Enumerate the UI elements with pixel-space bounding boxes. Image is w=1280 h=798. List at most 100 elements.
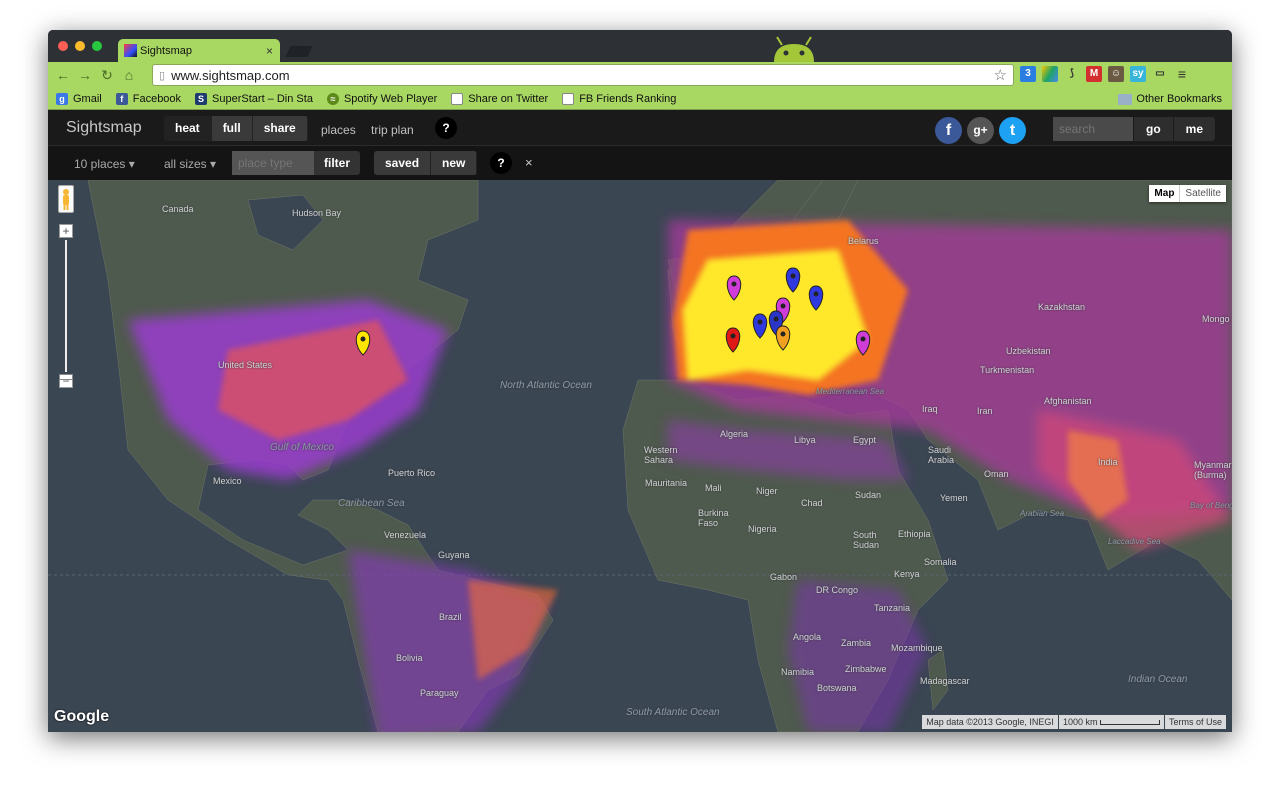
label-belarus: Belarus [848, 236, 879, 246]
go-button[interactable]: go [1133, 117, 1173, 141]
terms-link[interactable]: Terms of Use [1164, 715, 1226, 729]
calendar-extension-icon[interactable]: 3 [1020, 66, 1036, 82]
sizes-label: all sizes [164, 157, 207, 171]
full-button[interactable]: full [211, 116, 253, 141]
bookmark-share-twitter[interactable]: Share on Twitter [451, 92, 548, 105]
sizes-dropdown[interactable]: all sizes ▾ [164, 157, 216, 171]
reload-icon[interactable]: ↻ [96, 67, 118, 84]
drive-extension-icon[interactable] [1042, 66, 1058, 82]
menu-icon[interactable]: ≡ [1174, 66, 1190, 82]
gmail-checker-icon[interactable]: M [1086, 66, 1102, 82]
search-input[interactable] [1053, 117, 1133, 141]
filter-bar: 10 places ▾ all sizes ▾ filter saved new… [48, 146, 1232, 180]
trip-plan-link[interactable]: trip plan [371, 123, 414, 137]
bookmark-spotify[interactable]: ≈ Spotify Web Player [326, 92, 437, 105]
label-puerto-rico: Puerto Rico [388, 468, 436, 478]
forward-arrow-icon[interactable]: → [74, 67, 96, 83]
acrobat-extension-icon[interactable]: ⟆ [1064, 66, 1080, 82]
me-button[interactable]: me [1172, 117, 1216, 141]
close-filter-icon[interactable]: × [525, 155, 533, 170]
label-mauritania: Mauritania [645, 478, 688, 488]
zoom-slider-thumb[interactable] [59, 374, 73, 380]
extensions-area: 3 ⟆ M ☺ sy ▭ ≡ [1020, 66, 1190, 82]
brand-logo[interactable]: Sightsmap [66, 119, 142, 137]
label-venezuela: Venezuela [384, 530, 427, 540]
zoom-window-button[interactable] [92, 41, 102, 51]
close-window-button[interactable] [58, 41, 68, 51]
share-button[interactable]: share [252, 116, 308, 141]
bookmark-gmail[interactable]: g Gmail [56, 92, 102, 105]
page-icon: ▯ [159, 69, 166, 82]
zoom-in-button[interactable]: + [59, 224, 73, 238]
browser-toolbar: ← → ↻ ⌂ ▯ www.sightsmap.com ☆ 3 ⟆ M ☺ sy… [48, 62, 1232, 88]
label-mongolia: Mongo [1202, 314, 1230, 324]
filter-button[interactable]: filter [314, 151, 361, 175]
tab-strip: Sightsmap × [48, 30, 1232, 62]
label-mozambique: Mozambique [891, 643, 943, 653]
new-button[interactable]: new [431, 151, 478, 175]
help-button[interactable]: ? [435, 117, 457, 139]
label-india: India [1098, 457, 1118, 467]
other-bookmarks[interactable]: Other Bookmarks [1118, 93, 1222, 105]
bookmark-superstart[interactable]: S SuperStart – Din Sta [195, 92, 313, 105]
bookmark-facebook[interactable]: f Facebook [115, 92, 181, 105]
label-bay-of-bengal: Bay of Bengal [1190, 501, 1232, 510]
label-afghanistan: Afghanistan [1044, 396, 1092, 406]
label-saudi-arabia: Saudi Arabia [928, 445, 955, 465]
map-scale: 1000 km [1058, 715, 1164, 729]
heat-map[interactable]: Canada Hudson Bay United States North At… [48, 180, 1232, 732]
map-type-satellite-button[interactable]: Satellite [1180, 185, 1226, 202]
label-algeria: Algeria [720, 429, 749, 439]
facebook-icon[interactable]: f [935, 117, 962, 144]
map-type-map-button[interactable]: Map [1149, 185, 1181, 202]
google-plus-icon[interactable]: g+ [967, 117, 994, 144]
bookmark-label: SuperStart – Din Sta [212, 92, 313, 105]
label-arabian-sea: Arabian Sea [1020, 509, 1065, 518]
label-south-atlantic: South Atlantic Ocean [626, 707, 720, 718]
bookmark-star-icon[interactable]: ☆ [994, 66, 1007, 84]
saved-button[interactable]: saved [374, 151, 432, 175]
app-header: Sightsmap heat full share places trip pl… [48, 110, 1232, 146]
filter-help-button[interactable]: ? [490, 152, 512, 174]
label-iran: Iran [977, 406, 993, 416]
places-count-dropdown[interactable]: 10 places ▾ [74, 157, 135, 171]
new-tab-button[interactable] [285, 46, 313, 57]
address-bar[interactable]: ▯ www.sightsmap.com ☆ [152, 64, 1014, 86]
back-arrow-icon[interactable]: ← [52, 67, 74, 83]
label-burkina-faso: Burkina Faso [698, 508, 729, 528]
zoom-slider-track[interactable] [59, 240, 73, 380]
home-icon[interactable]: ⌂ [118, 67, 140, 83]
heat-button[interactable]: heat [164, 116, 212, 141]
browser-window: Sightsmap × ← → ↻ ⌂ ▯ www.sightsmap.com … [48, 30, 1232, 732]
twitter-icon[interactable]: t [999, 117, 1026, 144]
cast-icon[interactable]: ▭ [1152, 66, 1168, 82]
label-brazil: Brazil [439, 612, 462, 622]
label-myanmar: Myanmar (Burma) [1194, 460, 1232, 480]
browser-tab[interactable]: Sightsmap × [118, 39, 280, 62]
bookmark-fb-ranking[interactable]: FB Friends Ranking [562, 92, 676, 105]
label-north-atlantic: North Atlantic Ocean [500, 380, 592, 391]
label-turkmenistan: Turkmenistan [980, 365, 1035, 375]
label-guyana: Guyana [438, 550, 470, 560]
avatar-extension-icon[interactable]: ☺ [1108, 66, 1124, 82]
label-libya: Libya [794, 435, 816, 445]
label-zambia: Zambia [841, 638, 872, 648]
google-icon: g [56, 92, 68, 105]
superstart-icon: S [195, 92, 208, 105]
map-canvas [48, 180, 1232, 732]
minimize-window-button[interactable] [75, 41, 85, 51]
map-attribution: Map data ©2013 Google, INEGI 1000 km Ter… [921, 715, 1226, 729]
bookmark-label: Gmail [73, 92, 102, 105]
label-tanzania: Tanzania [874, 603, 911, 613]
label-sudan: Sudan [855, 490, 882, 500]
tab-title: Sightsmap [140, 44, 192, 57]
place-type-input[interactable] [232, 151, 314, 175]
folder-icon [1118, 93, 1133, 105]
search-actions: go me [1133, 117, 1216, 141]
tab-close-icon[interactable]: × [266, 44, 280, 58]
street-view-pegman-icon[interactable] [58, 185, 74, 213]
mode-toggle: heat full share [164, 116, 308, 141]
chevron-down-icon: ▾ [210, 157, 217, 171]
places-link[interactable]: places [321, 123, 356, 137]
sy-extension-icon[interactable]: sy [1130, 66, 1146, 82]
